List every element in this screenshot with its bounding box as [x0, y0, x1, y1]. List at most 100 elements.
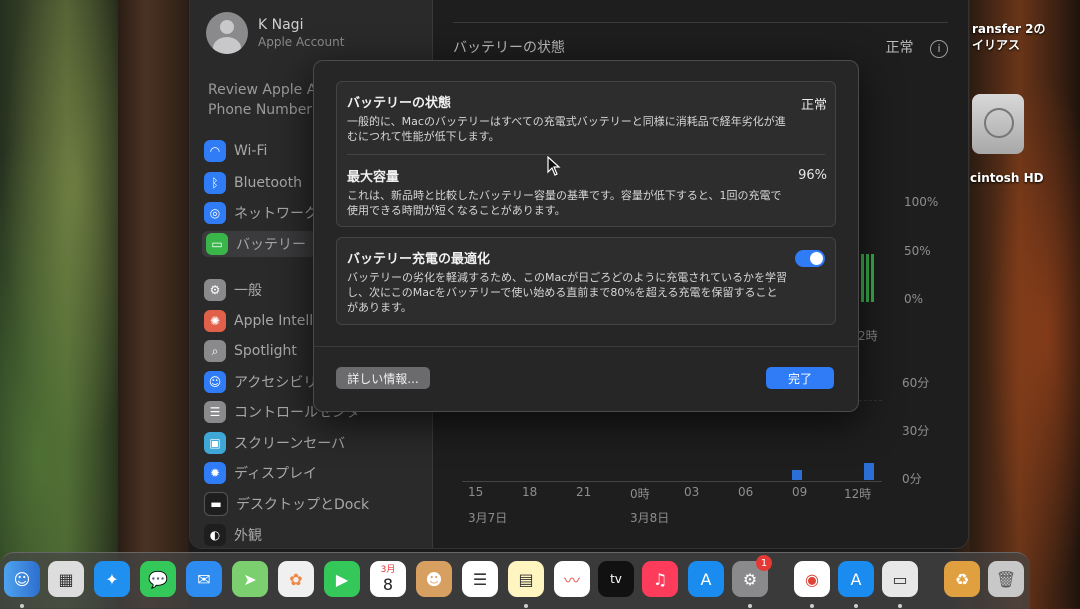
bluetooth-icon: ᛒ — [204, 172, 226, 194]
messages-icon[interactable]: 💬 — [140, 561, 176, 597]
transfer-folder-label-2[interactable]: イリアス — [972, 36, 1020, 53]
running-indicator — [524, 604, 528, 608]
sidebar-item-label: 外観 — [234, 528, 262, 544]
app-store-icon[interactable]: A — [688, 561, 724, 597]
chart-tick-50: 50% — [904, 244, 931, 258]
screensaver-icon: ▣ — [204, 432, 226, 454]
sidebar-item-label: Apple Intell — [234, 313, 314, 329]
battery-level-bars — [856, 254, 876, 302]
running-indicator — [854, 604, 858, 608]
sidebar-item-desktop-dock[interactable]: ▬ デスクトップとDock — [204, 491, 424, 517]
health-description: 一般的に、Macのバッテリーはすべての充電式バッテリーと同様に消耗品で経年劣化が… — [347, 115, 786, 143]
sidebar-item-label: ディスプレイ — [234, 466, 318, 482]
review-notice[interactable]: Review Apple A Phone Number — [208, 80, 316, 120]
running-indicator — [748, 604, 752, 608]
dock: ☺ ▦ ✦ 💬 ✉ ➤ ✿ ▶ 3月 8 ☻ ☰ ▤ 〰 tv ♫ A ⚙ 1 … — [0, 552, 1030, 609]
account-name: K Nagi — [258, 17, 304, 33]
sidebar-item-label: アクセシビリ — [234, 375, 318, 391]
account-row[interactable]: K Nagi Apple Account — [206, 12, 344, 54]
health-value: 正常 — [800, 98, 827, 113]
running-indicator — [20, 604, 24, 608]
search-icon: ⌕ — [204, 340, 226, 362]
trash-icon[interactable]: 🗑 — [988, 561, 1024, 597]
sidebar-item-appearance[interactable]: ◐ 外観 — [204, 522, 424, 548]
wallpaper-tree-trunk — [118, 0, 188, 608]
x-tick: 09 — [792, 485, 808, 499]
chrome-icon[interactable]: ◉ — [794, 561, 830, 597]
mouse-cursor-icon — [547, 156, 561, 176]
x-tick: 21 — [576, 485, 592, 499]
optimize-charging-toggle[interactable] — [795, 250, 825, 267]
globe-icon: ◎ — [204, 202, 226, 224]
done-button[interactable]: 完了 — [766, 367, 834, 389]
x-tick: 0時 — [630, 487, 650, 501]
capacity-value: 96% — [798, 168, 827, 183]
safari-icon[interactable]: ✦ — [94, 561, 130, 597]
sidebar-item-screensaver[interactable]: ▣ スクリーンセーバ — [204, 430, 424, 456]
calendar-day: 8 — [382, 574, 394, 594]
card-divider — [347, 154, 825, 155]
sidebar-item-label: スクリーンセーバ — [234, 436, 346, 452]
desktop-wallpaper-right — [970, 0, 1080, 608]
preview-icon[interactable]: ▭ — [882, 561, 918, 597]
review-line-2: Phone Number — [208, 102, 313, 118]
x-tick: 03 — [684, 485, 700, 499]
dock-icon: ▬ — [204, 492, 228, 516]
mail-icon[interactable]: ✉ — [186, 561, 222, 597]
facetime-icon[interactable]: ▶ — [324, 561, 360, 597]
health-title: バッテリーの状態 — [347, 96, 452, 111]
apple-tv-icon[interactable]: tv — [598, 561, 634, 597]
battery-info-card: バッテリーの状態 一般的に、Macのバッテリーはすべての充電式バッテリーと同様に… — [336, 81, 836, 227]
maps-icon[interactable]: ➤ — [232, 561, 268, 597]
battery-icon: ▭ — [206, 233, 228, 255]
chart-tick-30min: 30分 — [902, 424, 930, 438]
info-icon[interactable]: i — [930, 39, 948, 58]
usage-chart-grid — [462, 400, 882, 482]
notes-icon[interactable]: ▤ — [508, 561, 544, 597]
freeform-icon[interactable]: 〰 — [554, 561, 590, 597]
photos-icon[interactable]: ✿ — [278, 561, 314, 597]
optimize-title: バッテリー充電の最適化 — [347, 252, 491, 267]
gear-icon: ⚙ — [204, 279, 226, 301]
battery-health-dialog: バッテリーの状態 一般的に、Macのバッテリーはすべての充電式バッテリーと同様に… — [313, 60, 859, 412]
control-center-icon: ☰ — [204, 401, 226, 423]
more-info-button[interactable]: 詳しい情報... — [336, 367, 430, 389]
hard-drive-icon[interactable] — [972, 94, 1024, 154]
x-tick: 18 — [522, 485, 538, 499]
chart-tick-0: 0% — [904, 292, 924, 306]
x-tick: 12時 — [844, 487, 872, 501]
finder-icon[interactable]: ☺ — [4, 561, 40, 597]
calendar-icon[interactable]: 3月 8 — [370, 561, 406, 597]
sidebar-item-label: ネットワーク — [234, 206, 318, 222]
battery-health-value: 正常 — [885, 39, 914, 56]
sidebar-item-label: Wi-Fi — [234, 143, 268, 159]
x-tick: 06 — [738, 485, 754, 499]
optimize-charging-card: バッテリー充電の最適化 バッテリーの劣化を軽減するため、このMacが日ごろどのよ… — [336, 237, 836, 325]
capacity-title: 最大容量 — [347, 170, 400, 185]
sidebar-item-battery[interactable]: ▭ バッテリー — [202, 231, 316, 257]
account-subtitle: Apple Account — [258, 35, 345, 49]
chart-hour-label: 2時 — [858, 329, 878, 343]
wifi-icon: ◠ — [204, 140, 226, 162]
calendar-month: 3月 — [380, 564, 396, 575]
sidebar-item-label: 一般 — [234, 283, 262, 299]
xcode-icon[interactable]: A — [838, 561, 874, 597]
display-icon: ✹ — [204, 462, 226, 484]
chart-tick-60min: 60分 — [902, 376, 930, 390]
accessibility-icon: ☺ — [204, 371, 226, 393]
hard-drive-label[interactable]: cintosh HD — [970, 171, 1044, 185]
date-label: 3月8日 — [630, 511, 670, 525]
sidebar-item-label: Spotlight — [234, 343, 297, 359]
chart-tick-100: 100% — [904, 195, 939, 209]
downloads-folder-icon[interactable]: ♻ — [944, 561, 980, 597]
transfer-folder-label-1[interactable]: ransfer 2の — [972, 20, 1046, 37]
usage-bar — [864, 463, 874, 480]
sidebar-item-display[interactable]: ✹ ディスプレイ — [204, 460, 424, 486]
reminders-icon[interactable]: ☰ — [462, 561, 498, 597]
launchpad-icon[interactable]: ▦ — [48, 561, 84, 597]
x-tick: 15 — [468, 485, 484, 499]
music-icon[interactable]: ♫ — [642, 561, 678, 597]
contacts-icon[interactable]: ☻ — [416, 561, 452, 597]
usage-bar — [792, 470, 802, 480]
review-line-1: Review Apple A — [208, 82, 317, 98]
